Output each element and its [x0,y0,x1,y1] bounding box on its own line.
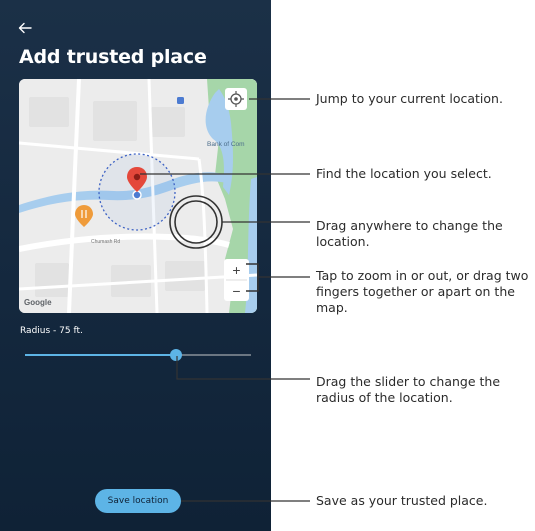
transit-icon[interactable] [177,97,184,104]
poi-label: Bank of Com [207,141,245,148]
callout-drag-map: Drag anywhere to change the location. [316,218,503,249]
callout-zoom: Tap to zoom in or out, or drag two finge… [316,268,529,315]
phone-screen: Add trusted place Chumash Rd Bank of Com… [0,0,271,531]
block [35,263,69,297]
zoom-in-button[interactable]: + [232,262,240,278]
map-view[interactable]: Chumash Rd Bank of Com + − Google [19,79,257,313]
current-location-dot [132,190,142,200]
radius-label: Radius - 75 ft. [20,326,83,336]
radius-slider[interactable] [25,347,251,363]
block [29,97,69,127]
google-logo: Google [24,298,52,307]
street-label: Chumash Rd [91,239,120,245]
back-arrow-icon[interactable] [18,22,32,34]
block [151,107,185,137]
slider-fill [25,354,177,356]
callout-slider: Drag the slider to change the radius of … [316,374,501,405]
block [165,261,205,291]
my-location-button[interactable] [225,88,247,110]
callout-save: Save as your trusted place. [316,493,488,508]
save-location-button[interactable]: Save location [95,489,181,513]
callout-current-location: Jump to your current location. [316,91,503,106]
callout-find-location: Find the location you select. [316,166,492,181]
slider-thumb[interactable] [170,349,183,361]
block [93,101,137,141]
page-title: Add trusted place [19,46,207,68]
zoom-out-button[interactable]: − [232,283,240,299]
